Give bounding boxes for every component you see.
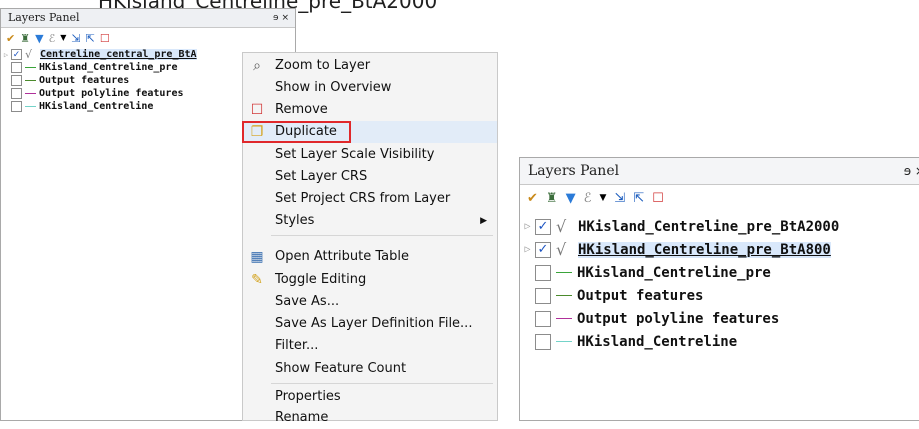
submenu-arrow-icon: ▶ <box>480 216 487 226</box>
pencil-icon: ✎ <box>251 272 263 288</box>
zoom-icon: ⌕ <box>253 58 261 74</box>
layer-checkbox[interactable] <box>11 75 22 86</box>
menu-item-open-attribute-table[interactable]: ▦ Open Attribute Table <box>243 246 497 268</box>
visibility-icon[interactable]: ♜ <box>546 192 558 205</box>
layer-checkbox[interactable] <box>535 287 551 304</box>
line-layer-icon: √ <box>556 240 567 259</box>
expand-arrow-icon[interactable]: ▷ <box>1 51 11 59</box>
menu-item-duplicate[interactable]: ❐ Duplicate <box>242 121 497 143</box>
layer-checkbox[interactable] <box>11 88 22 99</box>
layer-checkbox[interactable]: ✓ <box>535 241 551 258</box>
layer-label: Output polyline features <box>39 88 184 99</box>
eye-brush-icon[interactable]: ✔ <box>527 192 538 205</box>
layer-checkbox[interactable] <box>535 264 551 281</box>
line-style-swatch <box>556 272 572 273</box>
layer-row[interactable]: ▷ ✓ √ HKisland_Centreline_pre_BtA800 <box>520 238 919 261</box>
line-layer-icon: √ <box>556 217 567 236</box>
menu-item-remove[interactable]: ☐ Remove <box>243 99 497 121</box>
expand-arrow-icon[interactable]: ▷ <box>520 244 535 255</box>
dropdown-icon[interactable]: ▼ <box>60 34 66 42</box>
panel-titlebar: Layers Panel ɘ × <box>520 158 919 185</box>
panel-title: Layers Panel <box>528 163 620 179</box>
layer-row[interactable]: Output polyline features <box>520 307 919 330</box>
layers-toolbar: ✔ ♜ ▼ ℰ ▼ ⇲ ⇱ ☐ <box>520 185 919 211</box>
line-style-swatch <box>25 67 36 68</box>
remove-layer-icon[interactable]: ☐ <box>100 33 110 44</box>
expression-filter-icon[interactable]: ℰ <box>584 192 592 205</box>
expression-filter-icon[interactable]: ℰ <box>49 33 56 44</box>
menu-item-show-feature-count[interactable]: Show Feature Count <box>243 358 497 380</box>
layer-label: HKisland_Centreline_pre <box>39 62 178 73</box>
menu-item-toggle-editing[interactable]: ✎ Toggle Editing <box>243 269 497 291</box>
dropdown-icon[interactable]: ▼ <box>599 193 606 203</box>
layer-label: Output features <box>39 75 130 86</box>
menu-item-zoom-to-layer[interactable]: ⌕ Zoom to Layer <box>243 55 497 77</box>
layer-label: Centreline_central_pre_BtA <box>40 49 197 60</box>
panel-title: Layers Panel <box>8 11 80 24</box>
eye-brush-icon[interactable]: ✔ <box>6 33 15 44</box>
menu-separator <box>271 235 493 236</box>
visibility-icon[interactable]: ♜ <box>20 33 30 44</box>
line-style-swatch <box>556 341 572 342</box>
layer-checkbox[interactable] <box>11 62 22 73</box>
filter-icon[interactable]: ▼ <box>35 33 43 44</box>
menu-item-show-in-overview[interactable]: Show in Overview <box>243 77 497 99</box>
layer-checkbox[interactable] <box>11 101 22 112</box>
layer-row[interactable]: ▷ ✓ √ HKisland_Centreline_pre_BtA2000 <box>520 215 919 238</box>
layer-checkbox[interactable]: ✓ <box>535 218 551 235</box>
expand-arrow-icon[interactable]: ▷ <box>520 221 535 232</box>
layer-context-menu: ⌕ Zoom to Layer Show in Overview ☐ Remov… <box>242 52 498 425</box>
expand-all-icon[interactable]: ⇲ <box>614 192 625 205</box>
layer-checkbox[interactable] <box>535 333 551 350</box>
menu-item-set-layer-crs[interactable]: Set Layer CRS <box>243 166 497 188</box>
layer-label: HKisland_Centreline_pre_BtA800 <box>578 241 831 258</box>
table-icon: ▦ <box>250 249 264 265</box>
collapse-all-icon[interactable]: ⇱ <box>633 192 644 205</box>
menu-item-styles[interactable]: Styles ▶ <box>243 210 497 232</box>
line-style-swatch <box>25 106 36 107</box>
panel-window-buttons[interactable]: ɘ × <box>273 9 289 27</box>
highlight-box <box>242 121 351 143</box>
line-style-swatch <box>556 295 572 296</box>
layer-label: HKisland_Centreline <box>39 101 154 112</box>
menu-item-rename[interactable]: Rename <box>243 407 497 429</box>
layers-toolbar: ✔ ♜ ▼ ℰ ▼ ⇲ ⇱ ☐ <box>1 28 295 48</box>
menu-item-set-project-crs[interactable]: Set Project CRS from Layer <box>243 188 497 210</box>
remove-layer-icon[interactable]: ☐ <box>652 192 664 205</box>
layer-label: Output features <box>577 287 704 304</box>
menu-item-save-as[interactable]: Save As... <box>243 291 497 313</box>
line-style-swatch <box>556 318 572 319</box>
remove-icon: ☐ <box>250 102 264 118</box>
menu-item-save-as-layer-definition[interactable]: Save As Layer Definition File... <box>243 313 497 335</box>
layer-checkbox[interactable]: ✓ <box>11 49 22 60</box>
line-style-swatch <box>25 93 36 94</box>
expand-all-icon[interactable]: ⇲ <box>71 33 80 44</box>
line-style-swatch <box>25 80 36 81</box>
menu-item-set-layer-scale-visibility[interactable]: Set Layer Scale Visibility <box>243 144 497 166</box>
menu-item-filter[interactable]: Filter... <box>243 335 497 357</box>
layer-row[interactable]: Output features <box>520 284 919 307</box>
menu-item-properties[interactable]: Properties <box>243 386 497 408</box>
layer-checkbox[interactable] <box>535 310 551 327</box>
panel-window-buttons[interactable]: ɘ × <box>904 158 919 184</box>
collapse-all-icon[interactable]: ⇱ <box>86 33 95 44</box>
menu-separator <box>271 383 493 384</box>
panel-titlebar: Layers Panel ɘ × <box>1 9 295 28</box>
filter-icon[interactable]: ▼ <box>566 192 576 205</box>
layer-row[interactable]: HKisland_Centreline <box>520 330 919 353</box>
right-layers-panel: Layers Panel ɘ × ✔ ♜ ▼ ℰ ▼ ⇲ ⇱ ☐ ▷ ✓ √ H… <box>519 157 919 421</box>
layer-label: Output polyline features <box>577 310 780 327</box>
layer-tree: ▷ ✓ √ HKisland_Centreline_pre_BtA2000 ▷ … <box>520 211 919 353</box>
layer-label: HKisland_Centreline_pre_BtA2000 <box>578 218 840 235</box>
line-layer-icon: √ <box>25 48 33 61</box>
layer-row[interactable]: HKisland_Centreline_pre <box>520 261 919 284</box>
layer-label: HKisland_Centreline_pre <box>577 264 771 281</box>
layer-label: HKisland_Centreline <box>577 333 738 350</box>
